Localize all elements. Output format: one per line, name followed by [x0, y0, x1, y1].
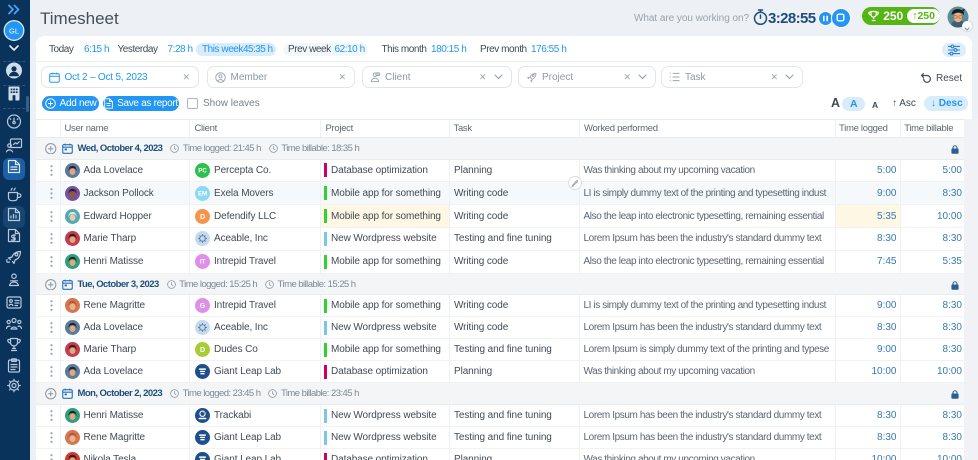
svg-text:D: D: [199, 347, 204, 354]
svg-text:IT: IT: [199, 259, 205, 266]
svg-text:EM: EM: [197, 191, 206, 198]
svg-text:G: G: [199, 303, 205, 310]
svg-text:D: D: [199, 214, 204, 221]
svg-text:GL: GL: [9, 26, 19, 35]
svg-text:PC: PC: [198, 168, 207, 175]
